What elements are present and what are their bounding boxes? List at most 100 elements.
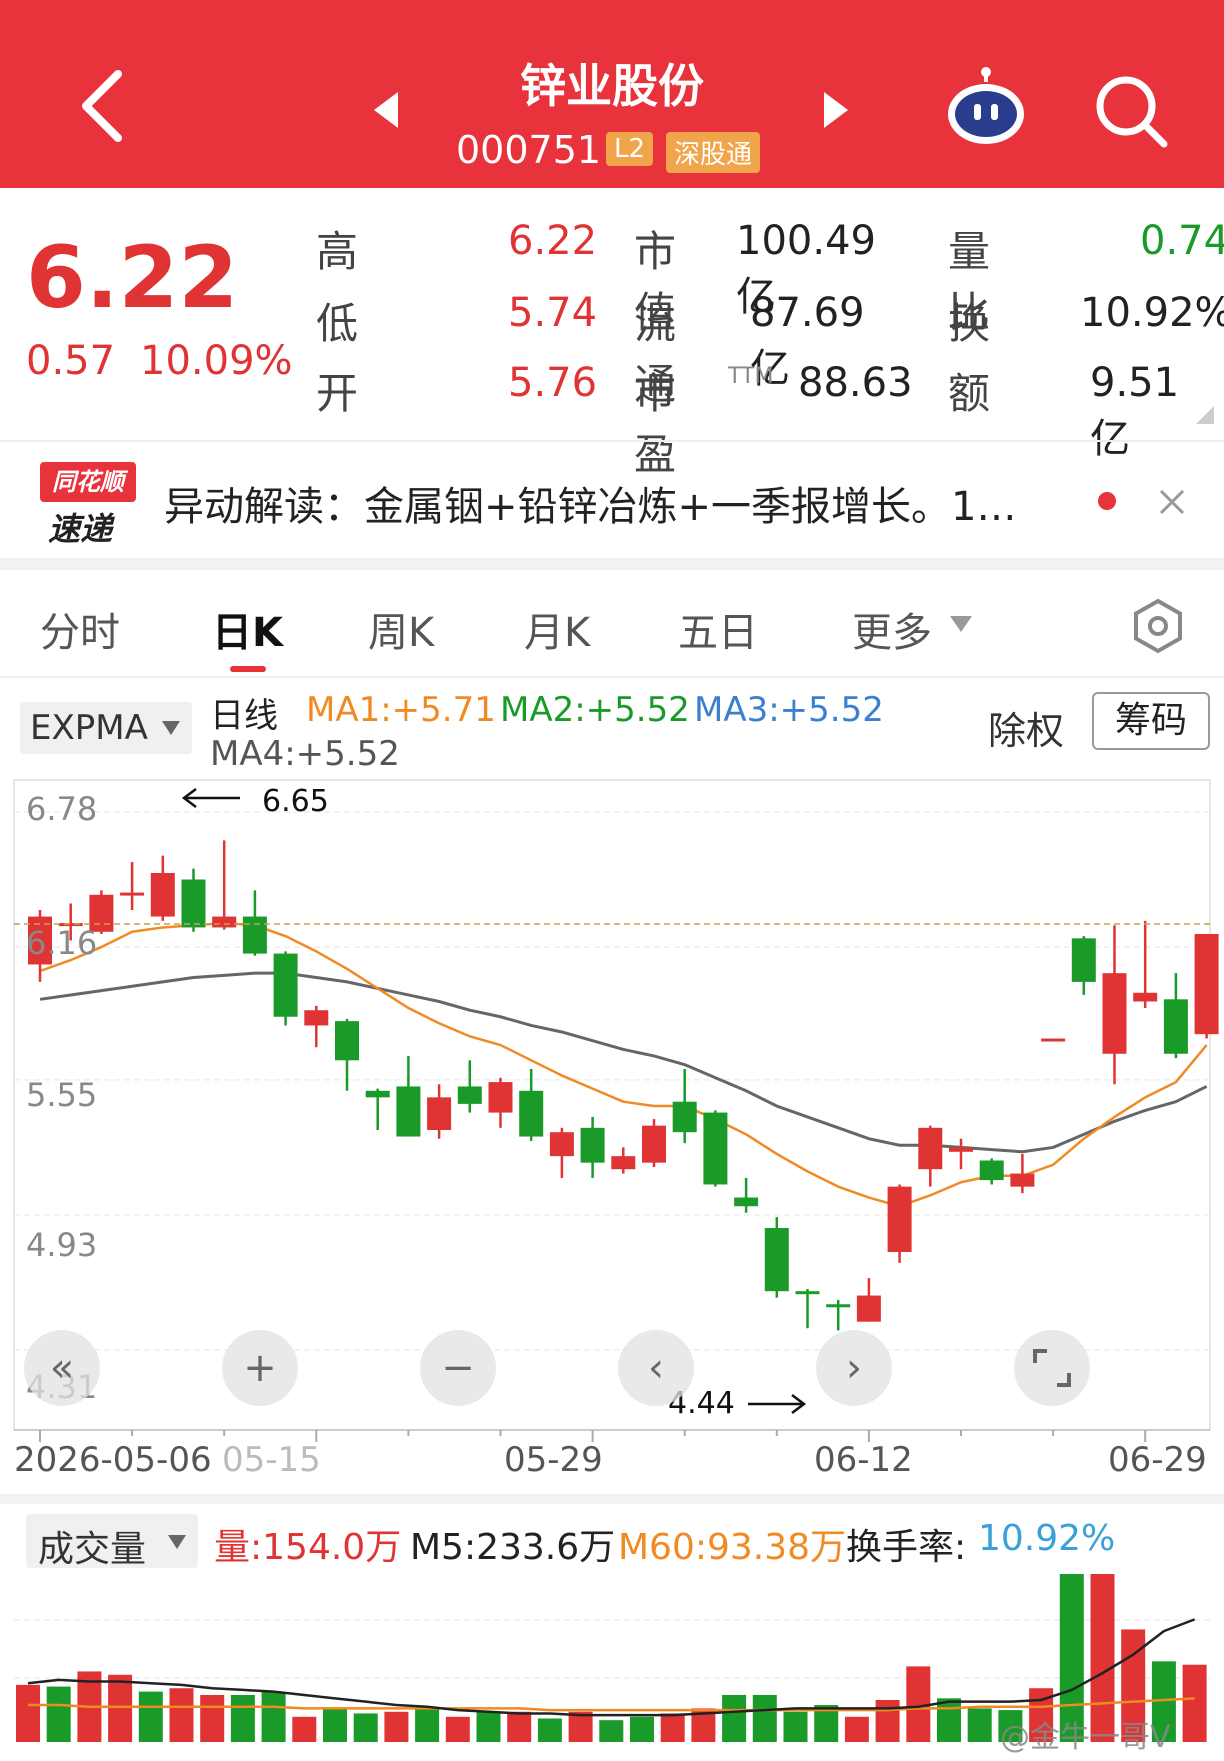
chevron-down-icon xyxy=(168,1534,186,1553)
candle-body xyxy=(795,1291,820,1295)
volume-bar xyxy=(844,1716,869,1742)
candle-body xyxy=(457,1086,482,1104)
candle-body xyxy=(304,1010,329,1026)
close-icon[interactable] xyxy=(1158,488,1186,520)
arrow-left-icon xyxy=(180,786,242,814)
next-stock-icon[interactable] xyxy=(822,90,850,134)
volume-selector[interactable]: 成交量 xyxy=(26,1514,198,1570)
scroll-to-start-button[interactable]: « xyxy=(24,1330,100,1406)
fullscreen-button[interactable] xyxy=(1014,1330,1090,1406)
x-tick-label: 05-29 xyxy=(504,1440,603,1480)
high-value: 6.22 xyxy=(508,218,598,264)
candle-body xyxy=(611,1156,636,1170)
volume-bar xyxy=(230,1694,255,1742)
volume-bar xyxy=(292,1716,317,1742)
tab-five-day[interactable]: 五日 xyxy=(678,600,758,658)
candle-body xyxy=(918,1127,943,1170)
high-annotation: 6.65 xyxy=(262,784,329,819)
volume-bar xyxy=(46,1686,71,1742)
pe-ttm-sup: TTM xyxy=(728,364,774,389)
high-label: 高 xyxy=(316,227,359,276)
tab-daily-k[interactable]: 日K xyxy=(212,600,283,658)
volume-bar xyxy=(169,1688,194,1742)
m5-value: M5:233.6万 xyxy=(410,1527,616,1568)
indicator-selector[interactable]: EXPMA xyxy=(20,702,192,754)
pe-label: 市盈 xyxy=(634,369,677,479)
section-gap xyxy=(0,558,1224,570)
divider xyxy=(0,440,1224,442)
turnover-rate-value: 10.92% xyxy=(978,1518,1116,1559)
candle-body xyxy=(949,1147,973,1152)
chip-button[interactable]: 筹码 xyxy=(1092,692,1210,750)
y-tick-label: 6.78 xyxy=(26,790,98,828)
amount-value: 9.51亿 xyxy=(1090,360,1180,462)
tab-intraday[interactable]: 分时 xyxy=(40,600,120,658)
zoom-in-button[interactable]: + xyxy=(222,1330,298,1406)
zoom-out-button[interactable]: − xyxy=(420,1330,496,1406)
candle-body xyxy=(1041,1038,1066,1042)
candle-body xyxy=(549,1132,574,1157)
candle-body xyxy=(1133,992,1158,1002)
watermark: @金牛一哥V xyxy=(1000,1720,1171,1755)
x-tick-label: 06-12 xyxy=(814,1440,913,1480)
volume-bar xyxy=(323,1708,347,1742)
scroll-left-button[interactable]: ‹ xyxy=(618,1330,694,1406)
candle-body xyxy=(580,1127,605,1163)
y-tick-label: 6.16 xyxy=(26,924,98,962)
x-tick-label: 06-29 xyxy=(1108,1440,1207,1480)
candle-body xyxy=(427,1097,452,1131)
ma3-label: MA3:+5.52 xyxy=(694,690,884,730)
candle-body xyxy=(396,1086,421,1137)
volume-bar xyxy=(261,1691,286,1742)
candle-body xyxy=(703,1112,728,1185)
pe-value: 88.63 xyxy=(798,360,913,406)
current-price: 6.22 xyxy=(26,228,239,328)
volume-bar xyxy=(537,1718,562,1742)
volume-bar xyxy=(722,1694,747,1742)
candle-body xyxy=(672,1101,697,1133)
robot-assistant-icon[interactable] xyxy=(944,66,1028,152)
search-icon[interactable] xyxy=(1094,74,1170,154)
candle-body xyxy=(273,953,298,1017)
tab-weekly-k[interactable]: 周K xyxy=(368,600,434,658)
price-change: 0.57 xyxy=(26,338,116,384)
active-tab-indicator xyxy=(230,666,266,672)
candle-body xyxy=(887,1186,912,1252)
volume-bar xyxy=(783,1711,808,1742)
volume-bar xyxy=(16,1684,40,1742)
candle-body xyxy=(365,1090,390,1098)
low-label: 低 xyxy=(316,299,359,348)
volume-bar xyxy=(967,1708,992,1742)
turnover-label: 换 xyxy=(948,299,991,348)
scroll-right-button[interactable]: › xyxy=(816,1330,892,1406)
expand-corner-icon[interactable] xyxy=(1196,406,1214,428)
tab-monthly-k[interactable]: 月K xyxy=(524,600,590,658)
volume-bar xyxy=(415,1708,440,1742)
indicator-selector-label: EXPMA xyxy=(30,708,148,748)
stock-name: 锌业股份 xyxy=(520,59,704,113)
settings-hex-icon[interactable] xyxy=(1130,598,1186,658)
volume-bar xyxy=(200,1694,225,1742)
section-gap xyxy=(0,1494,1224,1504)
ma-long-line xyxy=(39,971,1208,1154)
tab-more[interactable]: 更多 xyxy=(852,600,932,658)
unread-dot xyxy=(1098,492,1116,510)
candle-body xyxy=(120,892,145,896)
volume-selector-label: 成交量 xyxy=(38,1529,147,1570)
candle-body xyxy=(1194,933,1219,1035)
ma4-label: MA4:+5.52 xyxy=(210,734,400,774)
candle-body xyxy=(764,1228,789,1292)
minus-icon: − xyxy=(441,1345,475,1391)
volume-bar xyxy=(445,1716,470,1742)
amount-label: 额 xyxy=(948,369,991,418)
chevron-down-icon[interactable] xyxy=(950,616,972,636)
volume-bar xyxy=(630,1716,654,1742)
candle-body xyxy=(642,1125,666,1163)
news-logo-top: 同花顺 xyxy=(40,462,136,502)
volume-bar xyxy=(507,1711,532,1742)
news-headline[interactable]: 异动解读：金属铟+铅锌冶炼+一季报增长。1… xyxy=(164,474,1016,532)
candle-body xyxy=(181,879,206,928)
ex-right-button[interactable]: 除权 xyxy=(988,700,1064,755)
candle-body xyxy=(1010,1173,1035,1187)
low-value: 5.74 xyxy=(508,290,598,336)
